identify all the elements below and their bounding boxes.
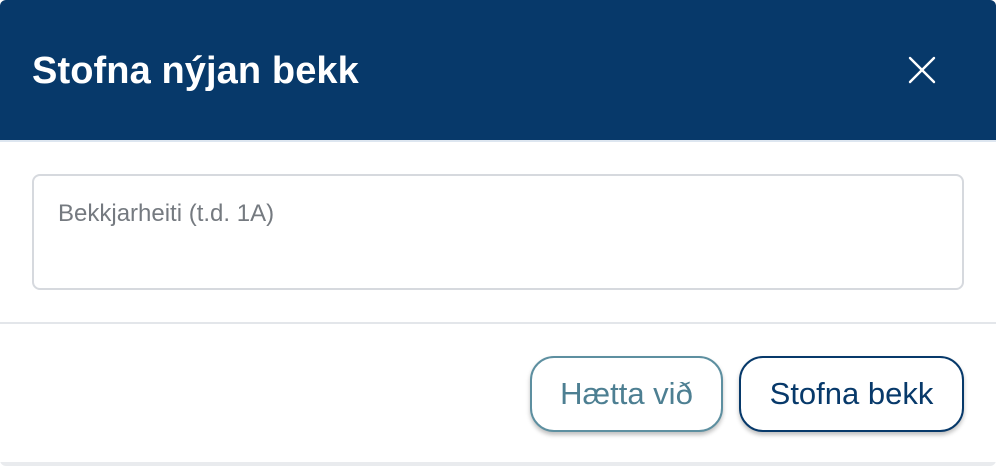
modal-bottom-edge [0, 462, 996, 466]
create-class-modal: Stofna nýjan bekk Hætta við Stofna bekk [0, 0, 996, 466]
footer-divider [0, 322, 996, 324]
header-divider [0, 140, 996, 142]
close-button[interactable] [896, 44, 948, 96]
create-class-button[interactable]: Stofna bekk [739, 356, 964, 432]
close-icon [908, 56, 936, 84]
class-name-field-container[interactable] [32, 174, 964, 290]
modal-header: Stofna nýjan bekk [0, 0, 996, 140]
modal-title: Stofna nýjan bekk [32, 50, 359, 92]
class-name-input[interactable] [58, 194, 938, 234]
cancel-button[interactable]: Hætta við [530, 356, 723, 432]
